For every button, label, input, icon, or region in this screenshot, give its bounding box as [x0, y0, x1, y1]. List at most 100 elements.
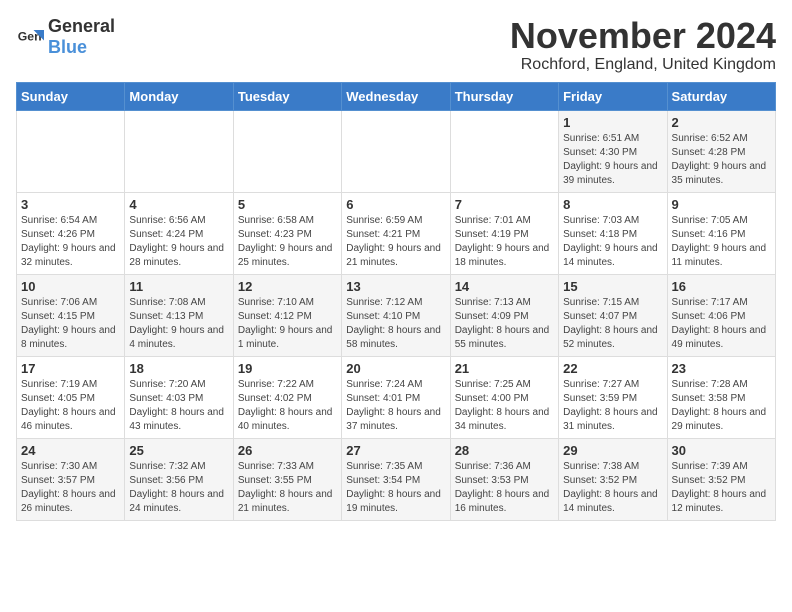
day-number: 5 — [238, 197, 337, 212]
calendar-table: SundayMondayTuesdayWednesdayThursdayFrid… — [16, 82, 776, 521]
day-number: 25 — [129, 443, 228, 458]
logo-icon: Gen — [16, 23, 44, 51]
day-info: Sunrise: 7:38 AM Sunset: 3:52 PM Dayligh… — [563, 460, 662, 516]
day-info: Sunrise: 7:05 AM Sunset: 4:16 PM Dayligh… — [672, 214, 771, 270]
day-cell — [233, 110, 341, 192]
header-monday: Monday — [125, 82, 233, 110]
day-cell — [342, 110, 450, 192]
day-cell: 5 Sunrise: 6:58 AM Sunset: 4:23 PM Daylig… — [233, 192, 341, 274]
day-info: Sunrise: 7:13 AM Sunset: 4:09 PM Dayligh… — [455, 296, 554, 352]
header-thursday: Thursday — [450, 82, 558, 110]
week-row-2: 10Sunrise: 7:06 AM Sunset: 4:15 PM Dayli… — [17, 274, 776, 356]
day-number: 16 — [672, 279, 771, 294]
week-row-0: 1 Sunrise: 6:51 AM Sunset: 4:30 PM Daylig… — [17, 110, 776, 192]
day-cell: 23 Sunrise: 7:28 AM Sunset: 3:58 PM Dayli… — [667, 356, 775, 438]
header-saturday: Saturday — [667, 82, 775, 110]
day-cell: 18Sunrise: 7:20 AM Sunset: 4:03 PM Dayli… — [125, 356, 233, 438]
day-cell: 22 Sunrise: 7:27 AM Sunset: 3:59 PM Dayli… — [559, 356, 667, 438]
day-cell: 7 Sunrise: 7:01 AM Sunset: 4:19 PM Daylig… — [450, 192, 558, 274]
day-number: 26 — [238, 443, 337, 458]
day-info: Sunrise: 7:36 AM Sunset: 3:53 PM Dayligh… — [455, 460, 554, 516]
day-cell: 4Sunrise: 6:56 AM Sunset: 4:24 PM Daylig… — [125, 192, 233, 274]
logo-text-general: General — [48, 16, 115, 36]
day-cell — [17, 110, 125, 192]
day-number: 14 — [455, 279, 554, 294]
day-number: 21 — [455, 361, 554, 376]
day-info: Sunrise: 7:19 AM Sunset: 4:05 PM Dayligh… — [21, 378, 120, 434]
day-number: 13 — [346, 279, 445, 294]
day-info: Sunrise: 7:06 AM Sunset: 4:15 PM Dayligh… — [21, 296, 120, 352]
day-cell: 2Sunrise: 6:52 AM Sunset: 4:28 PM Daylig… — [667, 110, 775, 192]
day-cell: 26 Sunrise: 7:33 AM Sunset: 3:55 PM Dayli… — [233, 438, 341, 520]
title-block: November 2024 Rochford, England, United … — [510, 16, 776, 74]
day-info: Sunrise: 7:08 AM Sunset: 4:13 PM Dayligh… — [129, 296, 228, 352]
day-number: 17 — [21, 361, 120, 376]
day-cell: 24 Sunrise: 7:30 AM Sunset: 3:57 PM Dayli… — [17, 438, 125, 520]
day-cell: 21 Sunrise: 7:25 AM Sunset: 4:00 PM Dayli… — [450, 356, 558, 438]
day-cell: 3Sunrise: 6:54 AM Sunset: 4:26 PM Daylig… — [17, 192, 125, 274]
day-info: Sunrise: 7:35 AM Sunset: 3:54 PM Dayligh… — [346, 460, 445, 516]
day-cell: 17 Sunrise: 7:19 AM Sunset: 4:05 PM Dayli… — [17, 356, 125, 438]
day-number: 20 — [346, 361, 445, 376]
day-number: 4 — [129, 197, 228, 212]
day-info: Sunrise: 7:01 AM Sunset: 4:19 PM Dayligh… — [455, 214, 554, 270]
day-info: Sunrise: 7:30 AM Sunset: 3:57 PM Dayligh… — [21, 460, 120, 516]
calendar-body: 1 Sunrise: 6:51 AM Sunset: 4:30 PM Daylig… — [17, 110, 776, 520]
day-info: Sunrise: 7:25 AM Sunset: 4:00 PM Dayligh… — [455, 378, 554, 434]
day-cell: 12Sunrise: 7:10 AM Sunset: 4:12 PM Dayli… — [233, 274, 341, 356]
day-info: Sunrise: 7:17 AM Sunset: 4:06 PM Dayligh… — [672, 296, 771, 352]
day-cell: 13 Sunrise: 7:12 AM Sunset: 4:10 PM Dayli… — [342, 274, 450, 356]
day-info: Sunrise: 7:39 AM Sunset: 3:52 PM Dayligh… — [672, 460, 771, 516]
day-cell: 27 Sunrise: 7:35 AM Sunset: 3:54 PM Dayli… — [342, 438, 450, 520]
day-info: Sunrise: 7:28 AM Sunset: 3:58 PM Dayligh… — [672, 378, 771, 434]
day-cell: 6 Sunrise: 6:59 AM Sunset: 4:21 PM Daylig… — [342, 192, 450, 274]
day-cell: 15 Sunrise: 7:15 AM Sunset: 4:07 PM Dayli… — [559, 274, 667, 356]
day-info: Sunrise: 6:51 AM Sunset: 4:30 PM Dayligh… — [563, 132, 662, 188]
day-cell: 14 Sunrise: 7:13 AM Sunset: 4:09 PM Dayli… — [450, 274, 558, 356]
day-number: 6 — [346, 197, 445, 212]
day-number: 22 — [563, 361, 662, 376]
day-number: 24 — [21, 443, 120, 458]
day-cell: 29 Sunrise: 7:38 AM Sunset: 3:52 PM Dayli… — [559, 438, 667, 520]
day-cell: 25 Sunrise: 7:32 AM Sunset: 3:56 PM Dayli… — [125, 438, 233, 520]
day-number: 29 — [563, 443, 662, 458]
day-info: Sunrise: 7:12 AM Sunset: 4:10 PM Dayligh… — [346, 296, 445, 352]
day-info: Sunrise: 6:58 AM Sunset: 4:23 PM Dayligh… — [238, 214, 337, 270]
location-title: Rochford, England, United Kingdom — [510, 56, 776, 74]
day-info: Sunrise: 7:24 AM Sunset: 4:01 PM Dayligh… — [346, 378, 445, 434]
day-number: 15 — [563, 279, 662, 294]
day-cell: 10Sunrise: 7:06 AM Sunset: 4:15 PM Dayli… — [17, 274, 125, 356]
day-number: 8 — [563, 197, 662, 212]
day-number: 7 — [455, 197, 554, 212]
logo: Gen General Blue — [16, 16, 115, 58]
day-number: 12 — [238, 279, 337, 294]
day-info: Sunrise: 7:15 AM Sunset: 4:07 PM Dayligh… — [563, 296, 662, 352]
day-number: 1 — [563, 115, 662, 130]
week-row-4: 24 Sunrise: 7:30 AM Sunset: 3:57 PM Dayli… — [17, 438, 776, 520]
day-info: Sunrise: 7:03 AM Sunset: 4:18 PM Dayligh… — [563, 214, 662, 270]
day-cell: 28 Sunrise: 7:36 AM Sunset: 3:53 PM Dayli… — [450, 438, 558, 520]
day-info: Sunrise: 7:27 AM Sunset: 3:59 PM Dayligh… — [563, 378, 662, 434]
day-cell: 9Sunrise: 7:05 AM Sunset: 4:16 PM Daylig… — [667, 192, 775, 274]
logo-text-blue: Blue — [48, 37, 87, 57]
day-number: 28 — [455, 443, 554, 458]
day-number: 18 — [129, 361, 228, 376]
day-info: Sunrise: 7:22 AM Sunset: 4:02 PM Dayligh… — [238, 378, 337, 434]
month-title: November 2024 — [510, 16, 776, 56]
day-cell: 30 Sunrise: 7:39 AM Sunset: 3:52 PM Dayli… — [667, 438, 775, 520]
day-info: Sunrise: 7:32 AM Sunset: 3:56 PM Dayligh… — [129, 460, 228, 516]
day-cell — [450, 110, 558, 192]
week-row-1: 3Sunrise: 6:54 AM Sunset: 4:26 PM Daylig… — [17, 192, 776, 274]
day-info: Sunrise: 7:33 AM Sunset: 3:55 PM Dayligh… — [238, 460, 337, 516]
day-info: Sunrise: 6:59 AM Sunset: 4:21 PM Dayligh… — [346, 214, 445, 270]
day-number: 27 — [346, 443, 445, 458]
header-row: SundayMondayTuesdayWednesdayThursdayFrid… — [17, 82, 776, 110]
day-cell: 20 Sunrise: 7:24 AM Sunset: 4:01 PM Dayli… — [342, 356, 450, 438]
day-number: 30 — [672, 443, 771, 458]
header-sunday: Sunday — [17, 82, 125, 110]
day-number: 23 — [672, 361, 771, 376]
day-number: 2 — [672, 115, 771, 130]
day-cell: 16 Sunrise: 7:17 AM Sunset: 4:06 PM Dayli… — [667, 274, 775, 356]
day-number: 19 — [238, 361, 337, 376]
day-cell: 19 Sunrise: 7:22 AM Sunset: 4:02 PM Dayli… — [233, 356, 341, 438]
